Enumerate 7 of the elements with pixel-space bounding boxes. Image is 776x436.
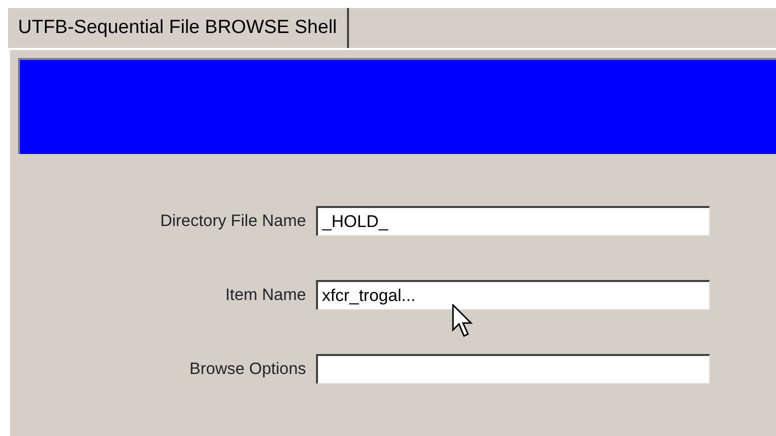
field-label: Item Name: [224, 284, 307, 306]
field-label: Directory File Name: [159, 210, 307, 232]
cursor-icon: [452, 304, 474, 338]
input-field[interactable]: xfcr_trogal...: [316, 280, 710, 310]
input-field[interactable]: _HOLD_: [316, 206, 710, 236]
input-field[interactable]: [316, 354, 710, 384]
field-label: Browse Options: [188, 358, 307, 380]
